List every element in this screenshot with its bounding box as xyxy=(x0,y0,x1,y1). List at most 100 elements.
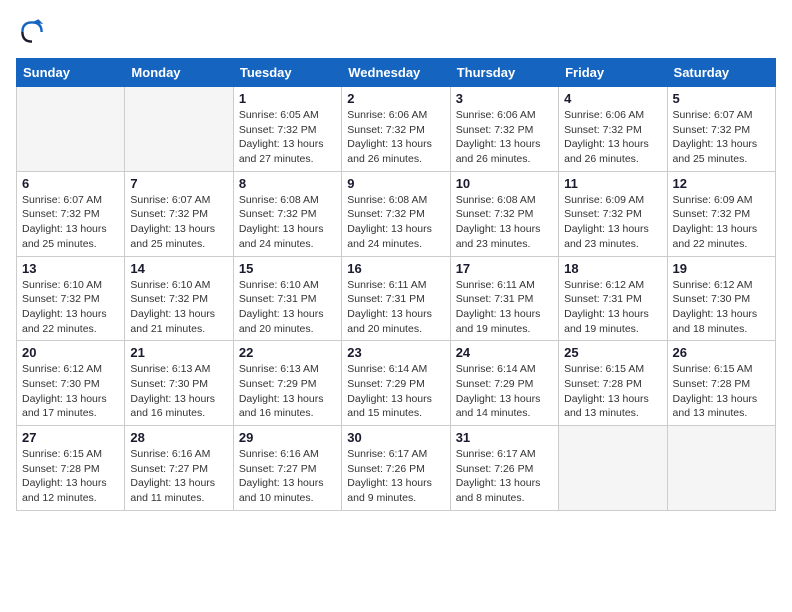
calendar-week-row: 13 Sunrise: 6:10 AM Sunset: 7:32 PM Dayli… xyxy=(17,256,776,341)
calendar-cell: 16Sunrise: 6:11 AM Sunset: 7:31 PM Dayli… xyxy=(342,256,450,341)
calendar-cell: 6 Sunrise: 6:07 AM Sunset: 7:32 PM Daylig… xyxy=(17,171,125,256)
day-info: Sunrise: 6:07 AM Sunset: 7:32 PM Dayligh… xyxy=(673,108,770,167)
calendar-cell: 17Sunrise: 6:11 AM Sunset: 7:31 PM Dayli… xyxy=(450,256,558,341)
logo xyxy=(16,16,52,48)
calendar-week-row: 20Sunrise: 6:12 AM Sunset: 7:30 PM Dayli… xyxy=(17,341,776,426)
calendar-cell: 12 Sunrise: 6:09 AM Sunset: 7:32 PM Dayli… xyxy=(667,171,775,256)
day-info: Sunrise: 6:11 AM Sunset: 7:31 PM Dayligh… xyxy=(347,278,444,337)
calendar-cell: 29 Sunrise: 6:16 AM Sunset: 7:27 PM Dayli… xyxy=(233,426,341,511)
calendar-cell xyxy=(559,426,667,511)
weekday-header-thursday: Thursday xyxy=(450,59,558,87)
day-info: Sunrise: 6:12 AM Sunset: 7:30 PM Dayligh… xyxy=(673,278,770,337)
day-number: 20 xyxy=(22,345,119,360)
calendar-cell: 4 Sunrise: 6:06 AM Sunset: 7:32 PM Daylig… xyxy=(559,87,667,172)
calendar-cell: 10Sunrise: 6:08 AM Sunset: 7:32 PM Dayli… xyxy=(450,171,558,256)
calendar-cell: 2 Sunrise: 6:06 AM Sunset: 7:32 PM Daylig… xyxy=(342,87,450,172)
day-info: Sunrise: 6:15 AM Sunset: 7:28 PM Dayligh… xyxy=(564,362,661,421)
day-number: 29 xyxy=(239,430,336,445)
calendar-cell: 24 Sunrise: 6:14 AM Sunset: 7:29 PM Dayli… xyxy=(450,341,558,426)
calendar-week-row: 1 Sunrise: 6:05 AM Sunset: 7:32 PM Daylig… xyxy=(17,87,776,172)
day-info: Sunrise: 6:14 AM Sunset: 7:29 PM Dayligh… xyxy=(456,362,553,421)
day-info: Sunrise: 6:10 AM Sunset: 7:32 PM Dayligh… xyxy=(130,278,227,337)
calendar-table: SundayMondayTuesdayWednesdayThursdayFrid… xyxy=(16,58,776,511)
logo-icon xyxy=(16,16,48,48)
day-info: Sunrise: 6:16 AM Sunset: 7:27 PM Dayligh… xyxy=(130,447,227,506)
calendar-cell: 22 Sunrise: 6:13 AM Sunset: 7:29 PM Dayli… xyxy=(233,341,341,426)
day-number: 25 xyxy=(564,345,661,360)
day-number: 31 xyxy=(456,430,553,445)
calendar-cell: 18 Sunrise: 6:12 AM Sunset: 7:31 PM Dayli… xyxy=(559,256,667,341)
day-number: 26 xyxy=(673,345,770,360)
day-info: Sunrise: 6:07 AM Sunset: 7:32 PM Dayligh… xyxy=(130,193,227,252)
day-number: 12 xyxy=(673,176,770,191)
weekday-header-saturday: Saturday xyxy=(667,59,775,87)
day-info: Sunrise: 6:08 AM Sunset: 7:32 PM Dayligh… xyxy=(347,193,444,252)
calendar-cell: 5 Sunrise: 6:07 AM Sunset: 7:32 PM Daylig… xyxy=(667,87,775,172)
day-number: 21 xyxy=(130,345,227,360)
day-number: 7 xyxy=(130,176,227,191)
day-info: Sunrise: 6:10 AM Sunset: 7:31 PM Dayligh… xyxy=(239,278,336,337)
day-number: 30 xyxy=(347,430,444,445)
weekday-header-row: SundayMondayTuesdayWednesdayThursdayFrid… xyxy=(17,59,776,87)
day-number: 28 xyxy=(130,430,227,445)
day-number: 18 xyxy=(564,261,661,276)
day-number: 6 xyxy=(22,176,119,191)
day-number: 13 xyxy=(22,261,119,276)
day-number: 1 xyxy=(239,91,336,106)
calendar-cell: 27 Sunrise: 6:15 AM Sunset: 7:28 PM Dayli… xyxy=(17,426,125,511)
calendar-cell xyxy=(17,87,125,172)
day-info: Sunrise: 6:09 AM Sunset: 7:32 PM Dayligh… xyxy=(673,193,770,252)
calendar-cell xyxy=(667,426,775,511)
calendar-cell: 14 Sunrise: 6:10 AM Sunset: 7:32 PM Dayli… xyxy=(125,256,233,341)
day-number: 27 xyxy=(22,430,119,445)
calendar-cell: 25 Sunrise: 6:15 AM Sunset: 7:28 PM Dayli… xyxy=(559,341,667,426)
calendar-cell: 28 Sunrise: 6:16 AM Sunset: 7:27 PM Dayli… xyxy=(125,426,233,511)
calendar-cell: 8 Sunrise: 6:08 AM Sunset: 7:32 PM Daylig… xyxy=(233,171,341,256)
day-info: Sunrise: 6:06 AM Sunset: 7:32 PM Dayligh… xyxy=(456,108,553,167)
day-info: Sunrise: 6:13 AM Sunset: 7:30 PM Dayligh… xyxy=(130,362,227,421)
day-number: 2 xyxy=(347,91,444,106)
weekday-header-friday: Friday xyxy=(559,59,667,87)
day-info: Sunrise: 6:08 AM Sunset: 7:32 PM Dayligh… xyxy=(456,193,553,252)
day-info: Sunrise: 6:09 AM Sunset: 7:32 PM Dayligh… xyxy=(564,193,661,252)
day-info: Sunrise: 6:15 AM Sunset: 7:28 PM Dayligh… xyxy=(22,447,119,506)
day-info: Sunrise: 6:07 AM Sunset: 7:32 PM Dayligh… xyxy=(22,193,119,252)
day-number: 23 xyxy=(347,345,444,360)
day-number: 11 xyxy=(564,176,661,191)
day-info: Sunrise: 6:11 AM Sunset: 7:31 PM Dayligh… xyxy=(456,278,553,337)
day-number: 14 xyxy=(130,261,227,276)
day-info: Sunrise: 6:14 AM Sunset: 7:29 PM Dayligh… xyxy=(347,362,444,421)
day-number: 4 xyxy=(564,91,661,106)
day-info: Sunrise: 6:06 AM Sunset: 7:32 PM Dayligh… xyxy=(347,108,444,167)
calendar-cell: 11 Sunrise: 6:09 AM Sunset: 7:32 PM Dayli… xyxy=(559,171,667,256)
day-info: Sunrise: 6:13 AM Sunset: 7:29 PM Dayligh… xyxy=(239,362,336,421)
day-info: Sunrise: 6:17 AM Sunset: 7:26 PM Dayligh… xyxy=(347,447,444,506)
day-number: 24 xyxy=(456,345,553,360)
day-number: 9 xyxy=(347,176,444,191)
calendar-cell: 20Sunrise: 6:12 AM Sunset: 7:30 PM Dayli… xyxy=(17,341,125,426)
day-info: Sunrise: 6:12 AM Sunset: 7:31 PM Dayligh… xyxy=(564,278,661,337)
calendar-cell: 31 Sunrise: 6:17 AM Sunset: 7:26 PM Dayli… xyxy=(450,426,558,511)
day-info: Sunrise: 6:06 AM Sunset: 7:32 PM Dayligh… xyxy=(564,108,661,167)
day-number: 19 xyxy=(673,261,770,276)
calendar-cell: 13 Sunrise: 6:10 AM Sunset: 7:32 PM Dayli… xyxy=(17,256,125,341)
calendar-week-row: 6 Sunrise: 6:07 AM Sunset: 7:32 PM Daylig… xyxy=(17,171,776,256)
day-info: Sunrise: 6:08 AM Sunset: 7:32 PM Dayligh… xyxy=(239,193,336,252)
calendar-cell: 1 Sunrise: 6:05 AM Sunset: 7:32 PM Daylig… xyxy=(233,87,341,172)
day-info: Sunrise: 6:15 AM Sunset: 7:28 PM Dayligh… xyxy=(673,362,770,421)
calendar-cell: 26 Sunrise: 6:15 AM Sunset: 7:28 PM Dayli… xyxy=(667,341,775,426)
page-header xyxy=(16,16,776,48)
day-number: 22 xyxy=(239,345,336,360)
day-info: Sunrise: 6:16 AM Sunset: 7:27 PM Dayligh… xyxy=(239,447,336,506)
day-number: 3 xyxy=(456,91,553,106)
day-info: Sunrise: 6:17 AM Sunset: 7:26 PM Dayligh… xyxy=(456,447,553,506)
calendar-cell xyxy=(125,87,233,172)
calendar-cell: 3 Sunrise: 6:06 AM Sunset: 7:32 PM Daylig… xyxy=(450,87,558,172)
weekday-header-tuesday: Tuesday xyxy=(233,59,341,87)
calendar-cell: 7 Sunrise: 6:07 AM Sunset: 7:32 PM Daylig… xyxy=(125,171,233,256)
day-number: 5 xyxy=(673,91,770,106)
day-info: Sunrise: 6:05 AM Sunset: 7:32 PM Dayligh… xyxy=(239,108,336,167)
day-info: Sunrise: 6:10 AM Sunset: 7:32 PM Dayligh… xyxy=(22,278,119,337)
day-number: 8 xyxy=(239,176,336,191)
calendar-week-row: 27 Sunrise: 6:15 AM Sunset: 7:28 PM Dayli… xyxy=(17,426,776,511)
